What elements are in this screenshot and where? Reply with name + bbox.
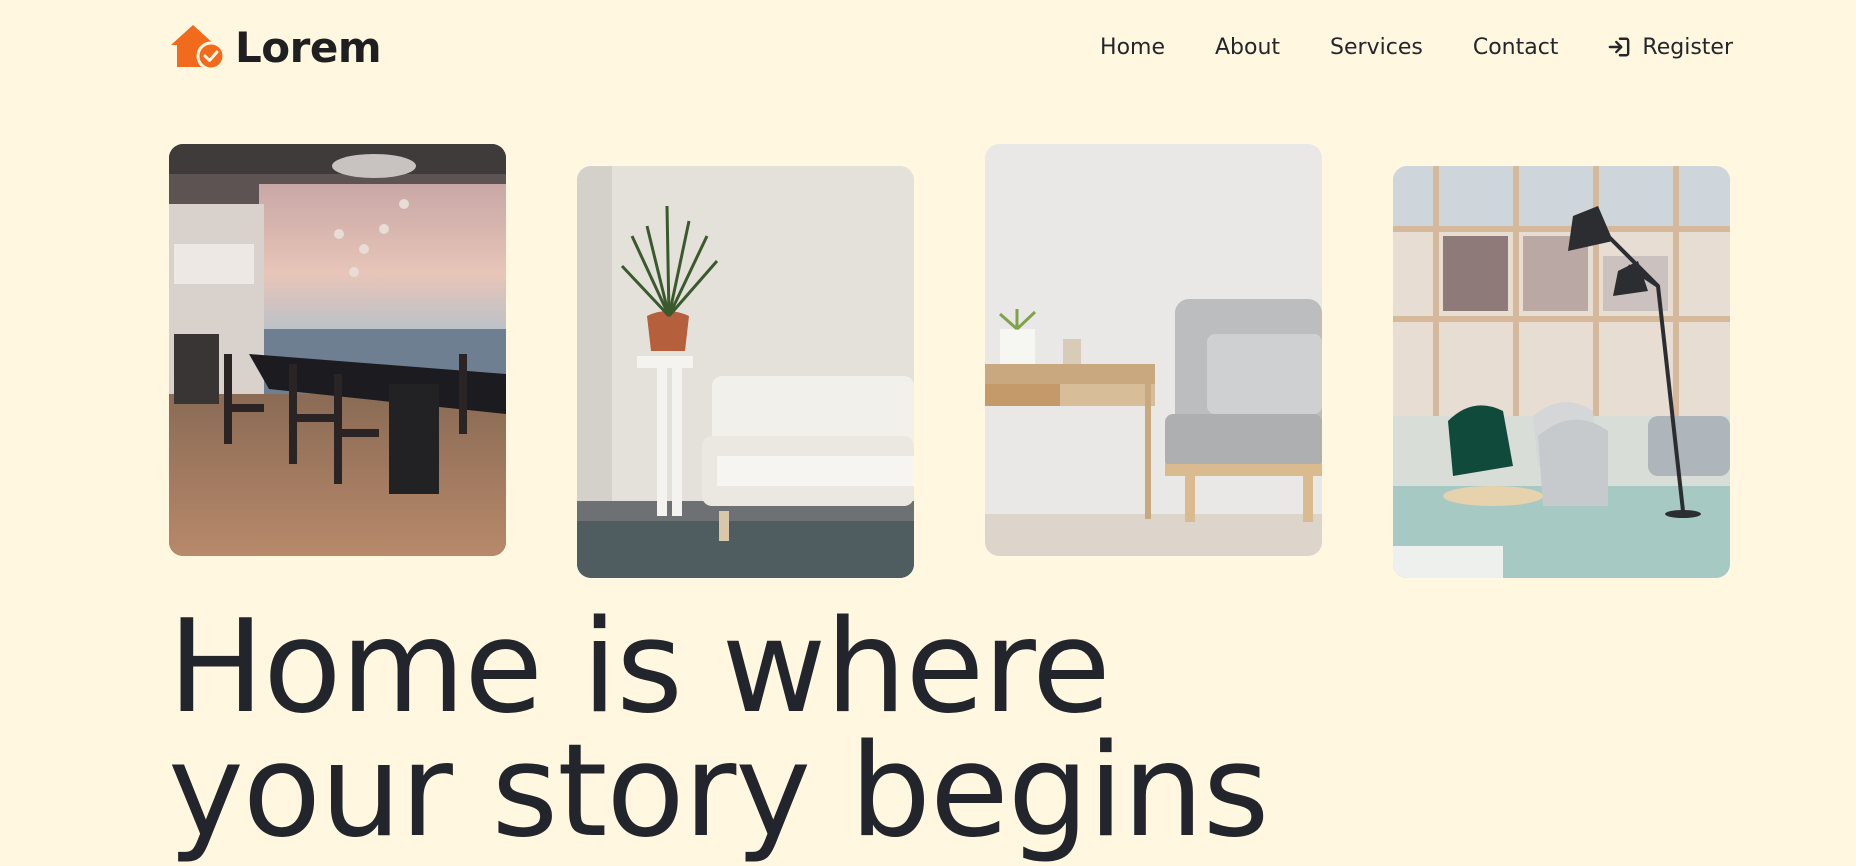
hero-title-line-2: your story begins (168, 717, 1269, 866)
gallery-photo-armchair (985, 144, 1322, 556)
hero-title-line-1: Home is where (168, 593, 1111, 742)
hero-title: Home is where your story begins (168, 593, 1768, 866)
gallery-photo-white-sofa (577, 166, 914, 578)
gallery-photo-dining-room (169, 144, 506, 556)
photo-gallery (0, 0, 1856, 600)
gallery-photo-lounge (1393, 166, 1730, 578)
